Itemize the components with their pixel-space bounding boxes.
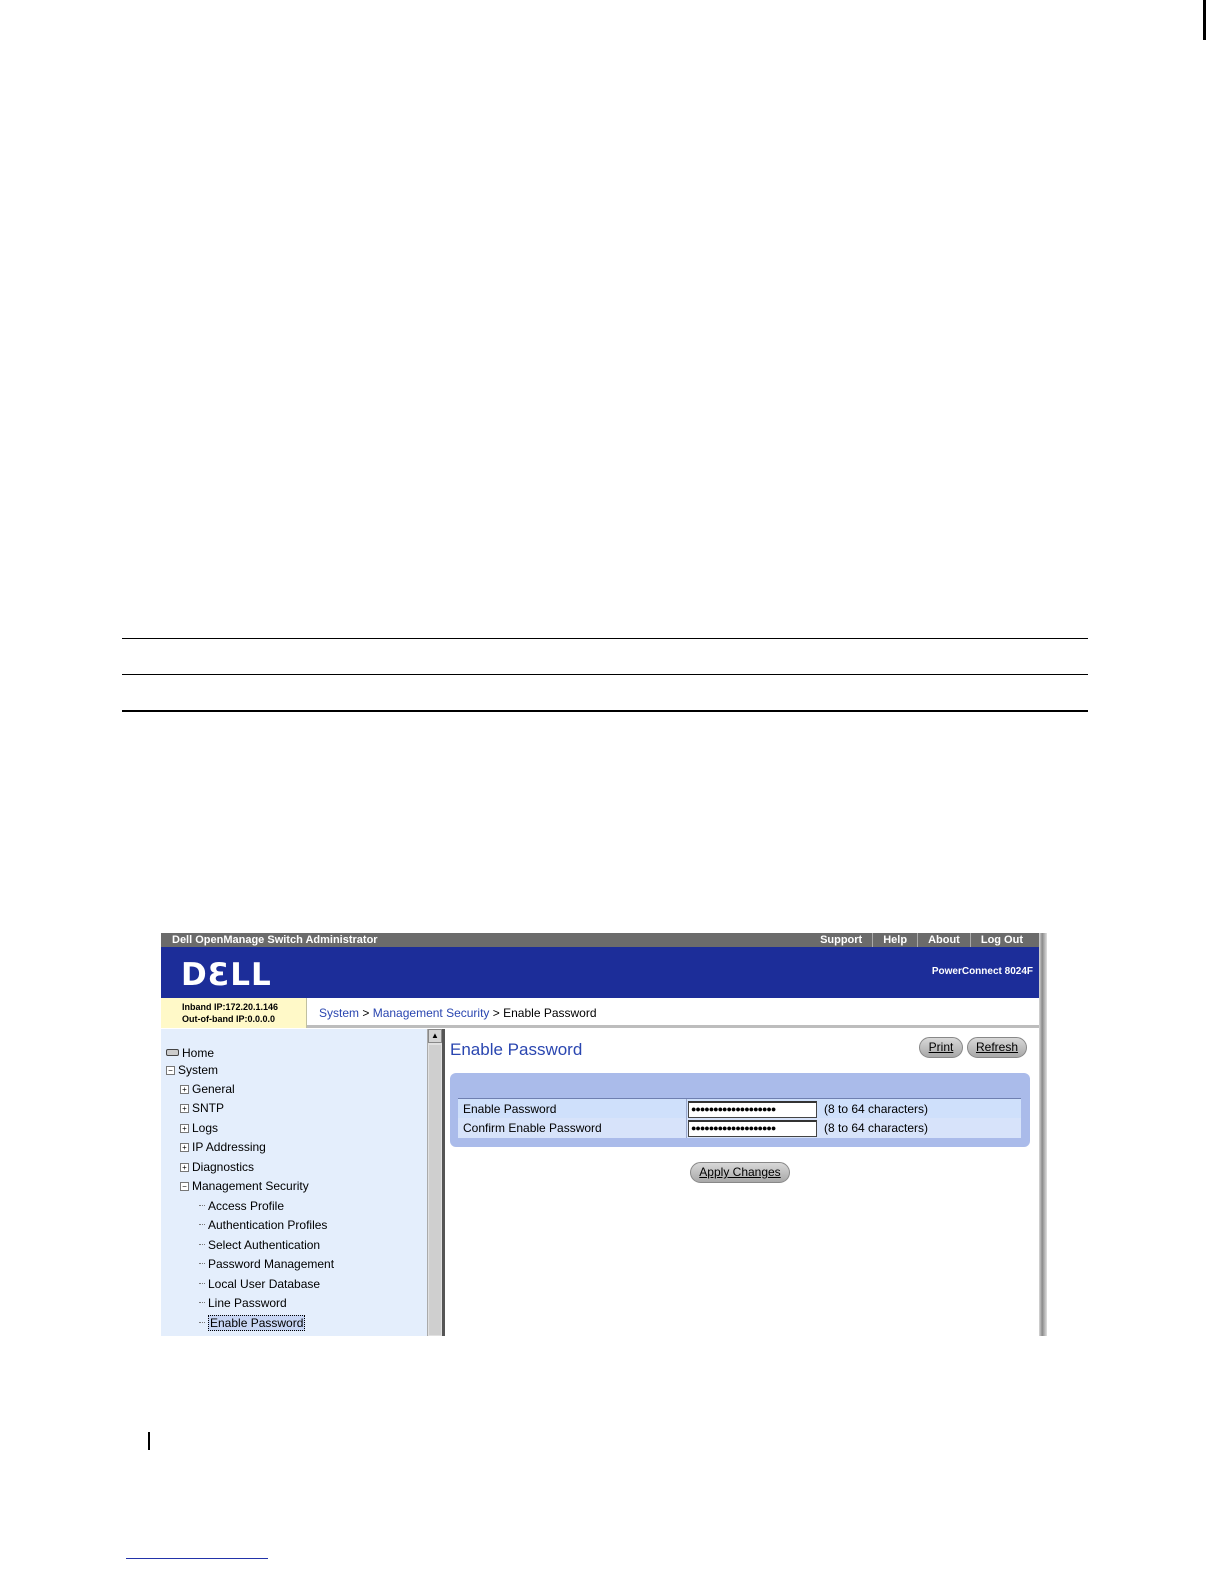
brand-banner: DƐLL PowerConnect 8024F [161,947,1039,998]
breadcrumb-current: Enable Password [503,1006,597,1020]
tree-item-diagnostics[interactable]: + Diagnostics [180,1160,254,1174]
expand-icon[interactable]: + [180,1143,189,1152]
enable-password-label: Enable Password [463,1102,557,1116]
help-link[interactable]: Help [872,933,917,947]
confirm-password-input[interactable]: ●●●●●●●●●●●●●●●●●●● [688,1120,817,1137]
breadcrumb: System > Management Security > Enable Pa… [319,1006,597,1020]
logout-link[interactable]: Log Out [969,933,1033,947]
support-link[interactable]: Support [810,933,872,947]
form-row-enable-password: Enable Password ●●●●●●●●●●●●●●●●●●● (8 t… [458,1098,1021,1119]
tree-item-select-authentication[interactable]: Select Authentication [199,1238,320,1252]
ip-info: Inband IP:172.20.1.146 Out-of-band IP:0.… [161,998,307,1028]
table-rule-bottom [122,710,1088,712]
model-name: PowerConnect 8024F [931,966,1033,977]
breadcrumb-sep: > [489,1006,504,1020]
tree-item-ip-addressing[interactable]: + IP Addressing [180,1140,266,1154]
window-edge [1039,933,1047,1336]
page-margin-bar [148,1432,150,1450]
tree-item-line-password[interactable]: Line Password [199,1296,287,1310]
breadcrumb-management-security[interactable]: Management Security [373,1006,490,1020]
print-button[interactable]: Print [919,1037,963,1058]
footer-rule [126,1558,268,1559]
expand-icon[interactable]: + [180,1085,189,1094]
confirm-password-label: Confirm Enable Password [463,1121,602,1135]
home-device-icon [166,1049,179,1056]
scroll-up-icon[interactable]: ▲ [428,1029,442,1043]
table-rule-top [122,638,1088,639]
app-title: Dell OpenManage Switch Administrator [172,934,378,946]
screenshot-figure: Dell OpenManage Switch Administrator Sup… [161,933,1047,1336]
sidebar-tree: Home − System + General + SNTP + Logs + IP Ad… [161,1029,442,1336]
dell-logo: DƐLL [181,957,272,993]
page-title: Enable Password [450,1040,583,1059]
breadcrumb-system[interactable]: System [319,1006,359,1020]
apply-changes-button[interactable]: Apply Changes [690,1162,790,1183]
tree-item-sntp[interactable]: + SNTP [180,1101,224,1115]
tree-item-home[interactable]: Home [166,1046,214,1060]
title-bar: Dell OpenManage Switch Administrator Sup… [161,933,1039,947]
collapse-icon[interactable]: − [180,1182,189,1191]
refresh-button[interactable]: Refresh [967,1037,1027,1058]
page-edge-bar [1203,0,1206,40]
tree-item-access-profile[interactable]: Access Profile [199,1199,284,1213]
enable-password-input[interactable]: ●●●●●●●●●●●●●●●●●●● [688,1101,817,1118]
password-form-panel: Enable Password ●●●●●●●●●●●●●●●●●●● (8 t… [450,1073,1030,1147]
main-content: Enable Password Print Refresh Enable Pas… [445,1029,1039,1336]
tree-item-general[interactable]: + General [180,1082,235,1096]
confirm-password-hint: (8 to 64 characters) [824,1121,929,1135]
sidebar-scrollbar[interactable]: ▲ [427,1029,442,1336]
tree-item-enable-password[interactable]: Enable Password [199,1315,306,1331]
tree-item-logs[interactable]: + Logs [180,1121,218,1135]
outband-ip: Out-of-band IP:0.0.0.0 [182,1014,276,1024]
collapse-icon[interactable]: − [166,1066,175,1075]
enable-password-hint: (8 to 64 characters) [824,1102,929,1116]
tree-item-authentication-profiles[interactable]: Authentication Profiles [199,1218,327,1232]
top-links: Support Help About Log Out [810,933,1033,947]
expand-icon[interactable]: + [180,1163,189,1172]
breadcrumb-sep: > [359,1006,373,1020]
form-row-confirm-password: Confirm Enable Password ●●●●●●●●●●●●●●●●… [458,1118,1021,1138]
inband-ip: Inband IP:172.20.1.146 [182,1002,279,1012]
about-link[interactable]: About [917,933,970,947]
breadcrumb-bar: System > Management Security > Enable Pa… [307,998,1039,1028]
table-rule-middle [122,674,1088,675]
expand-icon[interactable]: + [180,1124,189,1133]
expand-icon[interactable]: + [180,1104,189,1113]
scroll-thumb[interactable] [429,1045,441,1335]
tree-item-system[interactable]: − System [166,1063,218,1077]
tree-item-password-management[interactable]: Password Management [199,1257,334,1271]
tree-item-management-security[interactable]: − Management Security [180,1179,309,1193]
tree-item-local-user-database[interactable]: Local User Database [199,1277,320,1291]
